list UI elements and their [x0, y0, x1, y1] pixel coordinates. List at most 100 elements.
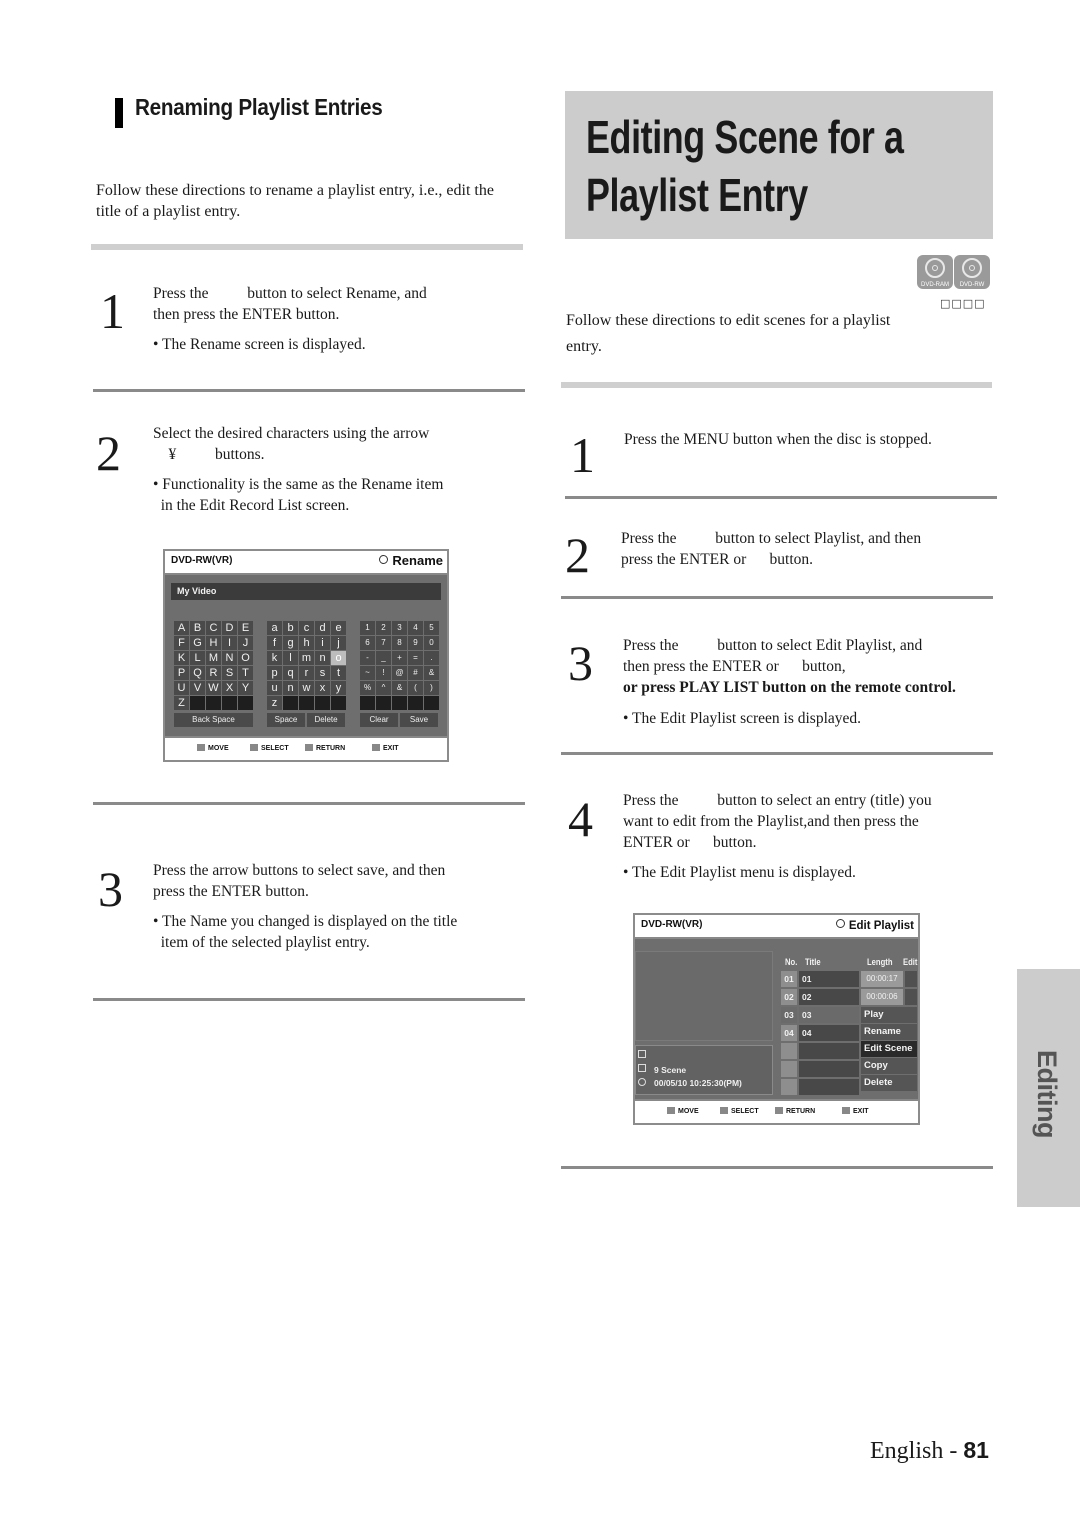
char-key[interactable]: X	[222, 681, 237, 695]
char-key[interactable]: n	[315, 651, 330, 665]
char-key[interactable]: s	[315, 666, 330, 680]
char-key[interactable]: c	[299, 621, 314, 635]
char-key[interactable]: T	[238, 666, 253, 680]
char-key[interactable]: L	[190, 651, 205, 665]
empty-key[interactable]	[190, 696, 205, 710]
char-key[interactable]: 1	[360, 621, 375, 635]
char-key[interactable]: A	[174, 621, 189, 635]
menu-item-copy[interactable]: Copy	[861, 1058, 917, 1074]
char-key[interactable]: 6	[360, 636, 375, 650]
char-key[interactable]: w	[299, 681, 314, 695]
char-key[interactable]: ^	[376, 681, 391, 695]
char-key[interactable]: h	[299, 636, 314, 650]
char-key[interactable]: j	[331, 636, 346, 650]
char-key[interactable]: +	[392, 651, 407, 665]
playlist-row[interactable]: 02 02 00:00:06	[781, 989, 917, 1006]
char-key[interactable]: n	[283, 681, 298, 695]
delete-button[interactable]: Delete	[307, 713, 345, 727]
menu-item-delete[interactable]: Delete	[861, 1075, 917, 1091]
char-key[interactable]: _	[376, 651, 391, 665]
char-key[interactable]: k	[267, 651, 282, 665]
char-key[interactable]: 4	[408, 621, 423, 635]
char-key[interactable]: P	[174, 666, 189, 680]
empty-key[interactable]	[331, 696, 346, 710]
char-key[interactable]: e	[331, 621, 346, 635]
clear-button[interactable]: Clear	[360, 713, 398, 727]
space-button[interactable]: Space	[267, 713, 305, 727]
char-key[interactable]: %	[360, 681, 375, 695]
char-key[interactable]: i	[315, 636, 330, 650]
char-key[interactable]: f	[267, 636, 282, 650]
char-key[interactable]: -	[360, 651, 375, 665]
char-key[interactable]: G	[190, 636, 205, 650]
char-key[interactable]: &	[424, 666, 439, 680]
char-key[interactable]: d	[315, 621, 330, 635]
char-key[interactable]: 7	[376, 636, 391, 650]
char-key[interactable]: (	[408, 681, 423, 695]
char-key[interactable]: m	[299, 651, 314, 665]
empty-key[interactable]	[299, 696, 314, 710]
empty-key[interactable]	[376, 696, 391, 710]
char-key[interactable]: S	[222, 666, 237, 680]
char-key[interactable]: D	[222, 621, 237, 635]
char-key[interactable]: @	[392, 666, 407, 680]
char-key[interactable]: !	[376, 666, 391, 680]
char-key[interactable]: x	[315, 681, 330, 695]
char-key[interactable]: R	[206, 666, 221, 680]
char-key[interactable]: W	[206, 681, 221, 695]
menu-item-play[interactable]: Play	[861, 1007, 917, 1023]
back-space-button[interactable]: Back Space	[174, 713, 253, 727]
name-field[interactable]: My Video	[171, 583, 441, 600]
char-key[interactable]: b	[283, 621, 298, 635]
char-key[interactable]: u	[267, 681, 282, 695]
char-key[interactable]: E	[238, 621, 253, 635]
char-key[interactable]: l	[283, 651, 298, 665]
char-key[interactable]: )	[424, 681, 439, 695]
char-key[interactable]: &	[392, 681, 407, 695]
char-key[interactable]: p	[267, 666, 282, 680]
char-key[interactable]: =	[408, 651, 423, 665]
char-key[interactable]: y	[331, 681, 346, 695]
char-key[interactable]: 2	[376, 621, 391, 635]
char-key[interactable]: q	[283, 666, 298, 680]
char-key[interactable]: K	[174, 651, 189, 665]
empty-key[interactable]	[315, 696, 330, 710]
char-key[interactable]: N	[222, 651, 237, 665]
char-key[interactable]: 8	[392, 636, 407, 650]
char-key[interactable]: V	[190, 681, 205, 695]
char-key[interactable]: F	[174, 636, 189, 650]
char-key[interactable]: ~	[360, 666, 375, 680]
char-key[interactable]: g	[283, 636, 298, 650]
empty-key[interactable]	[222, 696, 237, 710]
char-key[interactable]: H	[206, 636, 221, 650]
empty-key[interactable]	[424, 696, 439, 710]
empty-key[interactable]	[408, 696, 423, 710]
char-key[interactable]: C	[206, 621, 221, 635]
char-key[interactable]: 0	[424, 636, 439, 650]
char-key[interactable]: Q	[190, 666, 205, 680]
empty-key[interactable]	[392, 696, 407, 710]
char-key[interactable]: r	[299, 666, 314, 680]
playlist-row[interactable]: 01 01 00:00:17	[781, 971, 917, 988]
empty-key[interactable]	[206, 696, 221, 710]
char-key[interactable]: 9	[408, 636, 423, 650]
char-key[interactable]: .	[424, 651, 439, 665]
char-key[interactable]: I	[222, 636, 237, 650]
menu-item-edit-scene[interactable]: Edit Scene	[861, 1041, 917, 1057]
empty-key[interactable]	[238, 696, 253, 710]
char-key[interactable]: Z	[174, 696, 189, 710]
char-key[interactable]: Y	[238, 681, 253, 695]
char-key[interactable]: B	[190, 621, 205, 635]
empty-key[interactable]	[283, 696, 298, 710]
char-key[interactable]: 3	[392, 621, 407, 635]
char-key[interactable]: M	[206, 651, 221, 665]
save-button[interactable]: Save	[400, 713, 438, 727]
char-key[interactable]: t	[331, 666, 346, 680]
char-key[interactable]: a	[267, 621, 282, 635]
char-key[interactable]: #	[408, 666, 423, 680]
empty-key[interactable]	[360, 696, 375, 710]
char-key[interactable]: J	[238, 636, 253, 650]
char-key[interactable]: o	[331, 651, 346, 665]
char-key[interactable]: z	[267, 696, 282, 710]
menu-item-rename[interactable]: Rename	[861, 1024, 917, 1040]
